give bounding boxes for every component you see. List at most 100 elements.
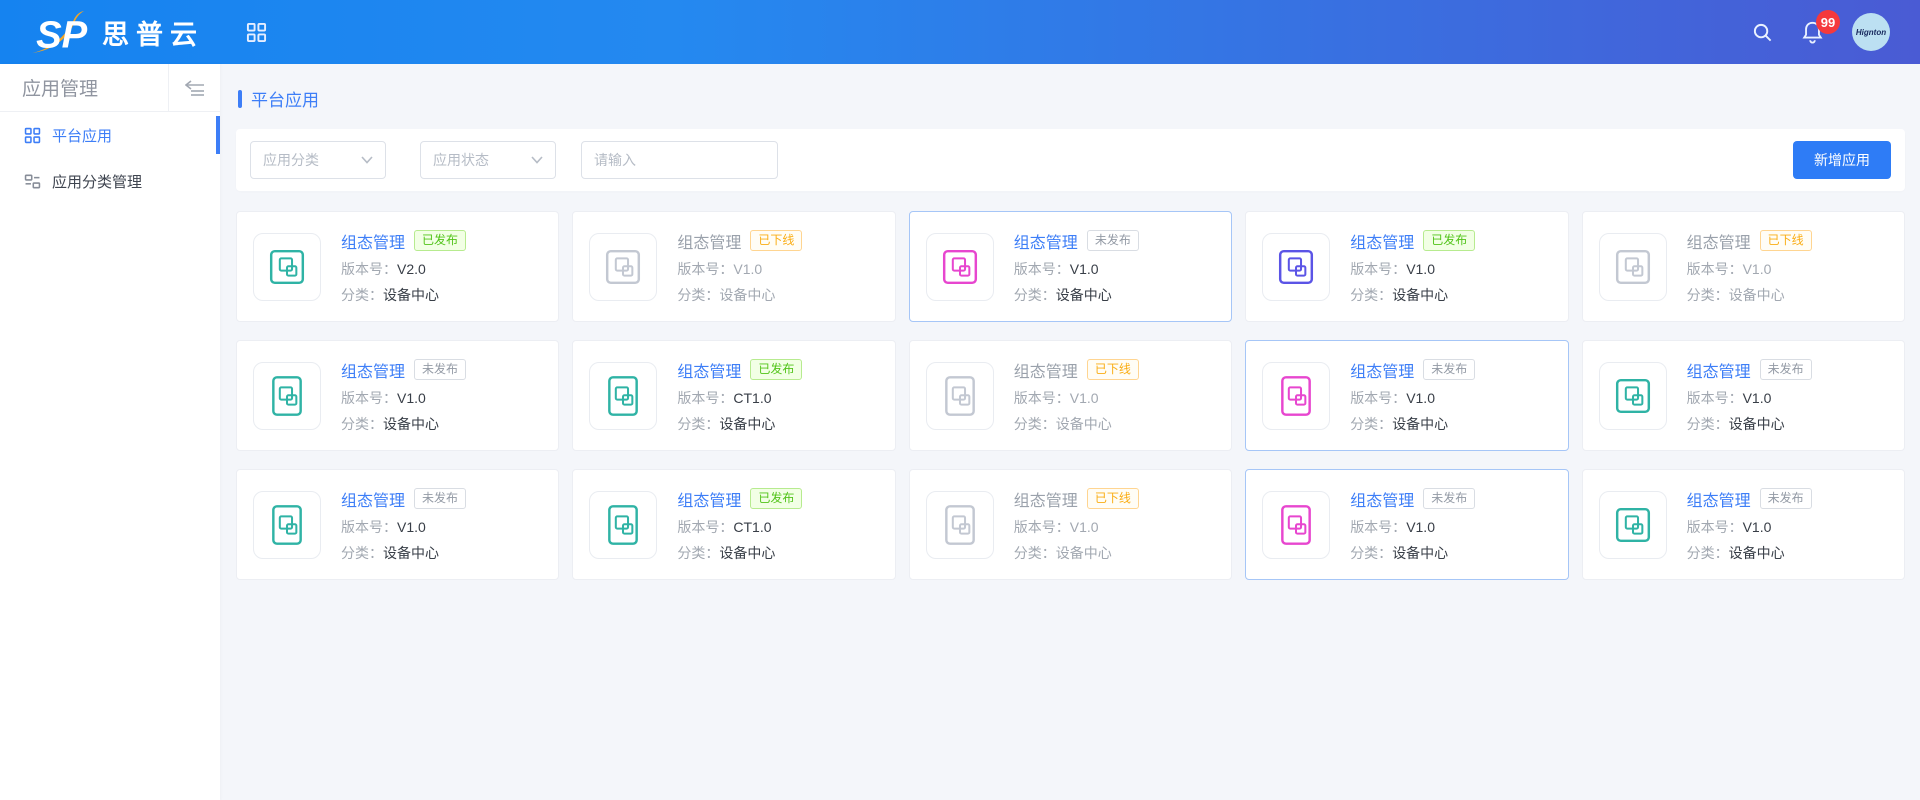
main-content: 平台应用 应用分类 应用状态 新增应用 组态管理 <box>220 64 1920 580</box>
app-version: 版本号：CT1.0 <box>677 517 802 537</box>
app-icon <box>1262 233 1330 301</box>
app-cards-grid: 组态管理 已发布 版本号：V2.0 分类：设备中心 组态管理 已下线 <box>236 211 1905 580</box>
sp-logo-mark: SP <box>30 9 92 55</box>
app-title-link[interactable]: 组态管理 <box>1350 358 1414 382</box>
sidebar-item-app-categories[interactable]: 应用分类管理 <box>0 158 220 204</box>
user-avatar[interactable]: Hignton <box>1852 13 1890 51</box>
status-badge: 未发布 <box>414 488 466 509</box>
app-title-link[interactable]: 组态管理 <box>1014 358 1078 382</box>
notification-bell-icon[interactable]: 99 <box>1801 20 1824 44</box>
app-version: 版本号：V1.0 <box>677 259 802 279</box>
app-category-row: 分类：设备中心 <box>1014 543 1139 563</box>
app-category-row: 分类：设备中心 <box>1350 285 1475 305</box>
app-version: 版本号：V2.0 <box>341 259 466 279</box>
app-card[interactable]: 组态管理 已下线 版本号：V1.0 分类：设备中心 <box>1582 211 1905 322</box>
app-version: 版本号：V1.0 <box>1350 517 1475 537</box>
app-title-link[interactable]: 组态管理 <box>677 229 741 253</box>
app-card[interactable]: 组态管理 已下线 版本号：V1.0 分类：设备中心 <box>909 469 1232 580</box>
add-app-button[interactable]: 新增应用 <box>1793 141 1891 179</box>
status-badge: 已下线 <box>1087 359 1139 380</box>
app-version: 版本号：V1.0 <box>1014 388 1139 408</box>
app-version: 版本号：V1.0 <box>341 517 466 537</box>
brand-logo: SP 思普云 <box>30 9 204 55</box>
app-card[interactable]: 组态管理 未发布 版本号：V1.0 分类：设备中心 <box>236 340 559 451</box>
status-badge: 已下线 <box>1760 230 1812 251</box>
sidebar-item-label: 应用分类管理 <box>52 171 142 192</box>
category-icon <box>24 173 41 190</box>
sidebar-title: 应用管理 <box>0 74 168 101</box>
app-category-row: 分类：设备中心 <box>677 543 802 563</box>
grid-icon <box>24 127 41 144</box>
status-badge: 未发布 <box>1423 359 1475 380</box>
status-badge: 已发布 <box>750 488 802 509</box>
app-title-link[interactable]: 组态管理 <box>1687 487 1751 511</box>
status-badge: 未发布 <box>1423 488 1475 509</box>
app-title-link[interactable]: 组态管理 <box>341 487 405 511</box>
sidebar: 应用管理 平台应用 应用分类管理 <box>0 64 220 800</box>
app-category-row: 分类：设备中心 <box>341 543 466 563</box>
app-card[interactable]: 组态管理 未发布 版本号：V1.0 分类：设备中心 <box>1245 340 1568 451</box>
app-icon <box>1262 362 1330 430</box>
app-icon <box>253 233 321 301</box>
app-category-select[interactable]: 应用分类 <box>250 141 386 179</box>
svg-text:SP: SP <box>36 13 88 55</box>
search-icon[interactable] <box>1752 22 1773 43</box>
app-card[interactable]: 组态管理 已发布 版本号：V2.0 分类：设备中心 <box>236 211 559 322</box>
app-icon <box>589 233 657 301</box>
app-card[interactable]: 组态管理 已发布 版本号：CT1.0 分类：设备中心 <box>572 340 895 451</box>
app-category-row: 分类：设备中心 <box>677 285 802 305</box>
app-card[interactable]: 组态管理 未发布 版本号：V1.0 分类：设备中心 <box>1582 340 1905 451</box>
status-badge: 已发布 <box>750 359 802 380</box>
app-title-link[interactable]: 组态管理 <box>1687 358 1751 382</box>
app-icon <box>926 362 994 430</box>
app-title-link[interactable]: 组态管理 <box>1014 229 1078 253</box>
sidebar-collapse-icon[interactable] <box>168 64 220 112</box>
app-card[interactable]: 组态管理 未发布 版本号：V1.0 分类：设备中心 <box>1582 469 1905 580</box>
app-title-link[interactable]: 组态管理 <box>677 358 741 382</box>
app-icon <box>589 362 657 430</box>
app-category-row: 分类：设备中心 <box>341 285 466 305</box>
app-version: 版本号：V1.0 <box>1014 259 1139 279</box>
sidebar-item-label: 平台应用 <box>52 125 112 146</box>
status-badge: 已发布 <box>1423 230 1475 251</box>
app-card[interactable]: 组态管理 已发布 版本号：V1.0 分类：设备中心 <box>1245 211 1568 322</box>
app-title-link[interactable]: 组态管理 <box>1350 229 1414 253</box>
top-header: SP 思普云 99 Hignton <box>0 0 1920 64</box>
app-title-link[interactable]: 组态管理 <box>341 358 405 382</box>
app-card[interactable]: 组态管理 已发布 版本号：CT1.0 分类：设备中心 <box>572 469 895 580</box>
app-icon <box>926 233 994 301</box>
status-badge: 未发布 <box>1760 488 1812 509</box>
app-title-link[interactable]: 组态管理 <box>1350 487 1414 511</box>
apps-grid-icon[interactable] <box>246 22 267 43</box>
app-version: 版本号：V1.0 <box>1687 517 1812 537</box>
app-icon <box>253 362 321 430</box>
app-icon <box>589 491 657 559</box>
sidebar-item-platform-apps[interactable]: 平台应用 <box>0 112 220 158</box>
app-title-link[interactable]: 组态管理 <box>1687 229 1751 253</box>
app-version: 版本号：V1.0 <box>1687 388 1812 408</box>
app-card[interactable]: 组态管理 未发布 版本号：V1.0 分类：设备中心 <box>236 469 559 580</box>
app-card[interactable]: 组态管理 已下线 版本号：V1.0 分类：设备中心 <box>909 340 1232 451</box>
search-input[interactable] <box>581 141 778 179</box>
app-title-link[interactable]: 组态管理 <box>341 229 405 253</box>
brand-name: 思普云 <box>102 13 204 52</box>
page-title: 平台应用 <box>251 86 319 111</box>
app-card[interactable]: 组态管理 未发布 版本号：V1.0 分类：设备中心 <box>909 211 1232 322</box>
filter-toolbar: 应用分类 应用状态 新增应用 <box>236 129 1905 191</box>
app-card[interactable]: 组态管理 已下线 版本号：V1.0 分类：设备中心 <box>572 211 895 322</box>
notification-count-badge: 99 <box>1816 10 1840 34</box>
app-version: 版本号：V1.0 <box>341 388 466 408</box>
app-status-select[interactable]: 应用状态 <box>420 141 556 179</box>
status-badge: 已下线 <box>750 230 802 251</box>
app-category-row: 分类：设备中心 <box>341 414 466 434</box>
app-title-link[interactable]: 组态管理 <box>677 487 741 511</box>
app-icon <box>1599 362 1667 430</box>
app-title-link[interactable]: 组态管理 <box>1014 487 1078 511</box>
sidebar-header: 应用管理 <box>0 64 220 112</box>
status-badge: 未发布 <box>1760 359 1812 380</box>
app-icon <box>1599 233 1667 301</box>
app-card[interactable]: 组态管理 未发布 版本号：V1.0 分类：设备中心 <box>1245 469 1568 580</box>
app-category-row: 分类：设备中心 <box>1350 543 1475 563</box>
app-icon <box>926 491 994 559</box>
page-title-row: 平台应用 <box>238 86 1905 111</box>
